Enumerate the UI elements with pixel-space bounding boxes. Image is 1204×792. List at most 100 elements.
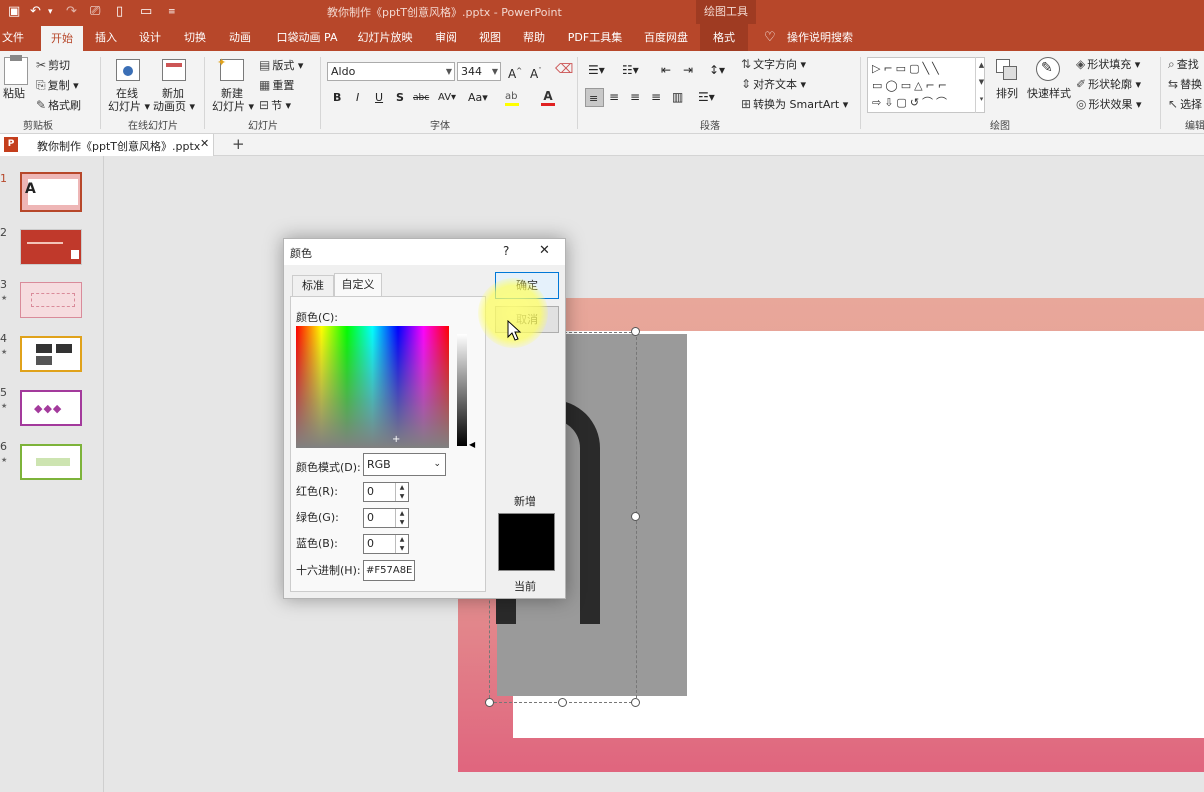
customize-icon[interactable]: ≡ bbox=[168, 3, 176, 21]
tab-format[interactable]: 格式 bbox=[700, 24, 748, 51]
smartart-button[interactable]: ⊞ 转换为 SmartArt ▾ bbox=[741, 97, 848, 112]
font-color-button[interactable]: A bbox=[541, 89, 555, 106]
close-tab-icon[interactable]: ✕ bbox=[200, 137, 209, 150]
tab-insert[interactable]: 插入 bbox=[90, 24, 122, 51]
select-button[interactable]: ↖ 选择 bbox=[1168, 97, 1202, 112]
find-button[interactable]: ⌕ 查找 bbox=[1168, 57, 1199, 72]
resize-handle[interactable] bbox=[631, 327, 640, 336]
present-icon[interactable]: ⎚ bbox=[90, 3, 100, 21]
slide-thumb-1[interactable]: A bbox=[20, 172, 82, 212]
tab-help[interactable]: 帮助 bbox=[518, 24, 550, 51]
columns-icon[interactable]: ☲▾ bbox=[698, 90, 715, 104]
decrease-indent-icon[interactable]: ⇤ bbox=[661, 63, 671, 77]
align-center-icon[interactable]: ≡ bbox=[609, 90, 619, 104]
undo-icon[interactable]: ↶ bbox=[30, 3, 41, 21]
shrink-font-icon[interactable]: Aˇ bbox=[530, 64, 542, 81]
tab-custom[interactable]: 自定义 bbox=[334, 273, 382, 297]
help-icon[interactable]: ? bbox=[503, 244, 509, 258]
tab-file[interactable]: 文件 bbox=[0, 24, 26, 51]
underline-button[interactable]: U bbox=[375, 91, 383, 105]
layout-button[interactable]: ▤ 版式 ▾ bbox=[259, 58, 303, 73]
font-name-combo[interactable]: Aldo ▼ bbox=[327, 62, 455, 81]
tab-design[interactable]: 设计 bbox=[134, 24, 166, 51]
open-icon[interactable]: ▭ bbox=[140, 3, 152, 21]
arrange-button[interactable]: 排列 bbox=[996, 87, 1018, 101]
tab-standard[interactable]: 标准 bbox=[292, 275, 334, 297]
slide-thumb-3[interactable] bbox=[20, 282, 82, 318]
tab-review[interactable]: 审阅 bbox=[430, 24, 462, 51]
replace-button[interactable]: ⇆ 替换 bbox=[1168, 77, 1202, 92]
numbering-icon[interactable]: ☷▾ bbox=[622, 63, 639, 77]
tab-baidu-pan[interactable]: 百度网盘 bbox=[638, 24, 694, 51]
paste-icon[interactable] bbox=[4, 55, 28, 85]
align-text-button[interactable]: ⇕ 对齐文本 ▾ bbox=[741, 77, 806, 92]
tab-slideshow[interactable]: 幻灯片放映 bbox=[356, 24, 414, 51]
shape-fill-button[interactable]: ◈ 形状填充 ▾ bbox=[1076, 57, 1140, 72]
slide-thumb-5[interactable]: ◆◆◆ bbox=[20, 390, 82, 426]
spinner-icon[interactable]: ▲ ▼ bbox=[395, 483, 408, 501]
text-direction-button[interactable]: ⇅ 文字方向 ▾ bbox=[741, 57, 806, 72]
close-icon[interactable]: ✕ bbox=[539, 243, 550, 258]
spinner-icon[interactable]: ▲ ▼ bbox=[395, 509, 408, 527]
shape-outline-button[interactable]: ✐ 形状轮廓 ▾ bbox=[1076, 77, 1141, 92]
tab-pocket-animation[interactable]: 口袋动画 PA bbox=[272, 24, 342, 51]
reset-button[interactable]: ▦ 重置 bbox=[259, 78, 294, 93]
align-right-icon[interactable]: ≡ bbox=[630, 90, 640, 104]
resize-handle[interactable] bbox=[631, 512, 640, 521]
tab-transitions[interactable]: 切换 bbox=[179, 24, 211, 51]
grow-font-icon[interactable]: A^ bbox=[508, 64, 522, 81]
new-animation-label[interactable]: 新加 bbox=[162, 87, 184, 101]
undo-dropdown-icon[interactable]: ▾ bbox=[48, 3, 53, 21]
green-input[interactable]: 0 ▲ ▼ bbox=[363, 508, 409, 528]
highlight-color-button[interactable]: ab bbox=[505, 91, 519, 106]
red-input[interactable]: 0 ▲ ▼ bbox=[363, 482, 409, 502]
align-left-button[interactable]: ≡ bbox=[585, 88, 604, 107]
format-painter-button[interactable]: ✎ 格式刷 bbox=[36, 98, 81, 113]
color-spectrum[interactable]: + bbox=[296, 326, 449, 448]
shadow-button[interactable]: S bbox=[396, 91, 404, 105]
spinner-icon[interactable]: ▲ ▼ bbox=[395, 535, 408, 553]
new-tab-icon[interactable]: + bbox=[232, 135, 245, 153]
slide-thumb-2[interactable] bbox=[20, 229, 82, 265]
slide-thumb-4[interactable] bbox=[20, 336, 82, 372]
tab-home[interactable]: 开始 bbox=[41, 26, 83, 51]
bold-button[interactable]: B bbox=[333, 91, 341, 105]
increase-indent-icon[interactable]: ⇥ bbox=[683, 63, 693, 77]
tab-animations[interactable]: 动画 bbox=[224, 24, 256, 51]
resize-handle[interactable] bbox=[485, 698, 494, 707]
clear-format-icon[interactable]: ⌫ bbox=[555, 63, 573, 77]
resize-handle[interactable] bbox=[558, 698, 567, 707]
shape-effects-button[interactable]: ◎ 形状效果 ▾ bbox=[1076, 97, 1142, 112]
redo-icon[interactable]: ↷ bbox=[66, 3, 77, 21]
distributed-icon[interactable]: ▥ bbox=[672, 90, 683, 104]
bullets-icon[interactable]: ☰▾ bbox=[588, 63, 605, 77]
tell-me-search[interactable]: 操作说明搜索 bbox=[782, 24, 858, 51]
section-button[interactable]: ⊟ 节 ▾ bbox=[259, 98, 291, 113]
resize-handle[interactable] bbox=[631, 698, 640, 707]
cut-button[interactable]: ✂ 剪切 bbox=[36, 58, 70, 73]
color-mode-select[interactable]: RGB ⌄ bbox=[363, 453, 446, 476]
font-size-combo[interactable]: 344 ▼ bbox=[457, 62, 501, 81]
slide-thumb-6[interactable] bbox=[20, 444, 82, 480]
line-spacing-icon[interactable]: ↕▾ bbox=[709, 63, 725, 77]
gallery-scroll[interactable]: ▲ ▼ ▾ bbox=[975, 57, 987, 113]
blue-input[interactable]: 0 ▲ ▼ bbox=[363, 534, 409, 554]
change-case-button[interactable]: Aa▾ bbox=[468, 91, 488, 105]
justify-icon[interactable]: ≡ bbox=[651, 90, 661, 104]
italic-button[interactable]: I bbox=[356, 91, 359, 105]
tab-pdf-tools[interactable]: PDF工具集 bbox=[564, 24, 626, 51]
shapes-gallery[interactable]: ▷⌐▭▢╲╲ ▭◯▭△⌐⌐ ⇨⇩▢↺⌒⌒ bbox=[867, 57, 985, 113]
hex-input[interactable]: #F57A8E bbox=[363, 560, 415, 581]
tab-view[interactable]: 视图 bbox=[474, 24, 506, 51]
online-slide-label-2[interactable]: 幻灯片 ▾ bbox=[108, 100, 150, 114]
spacing-button[interactable]: AV▾ bbox=[438, 91, 456, 105]
document-tab[interactable]: P 教你制作《pptT创意风格》.pptx ✕ bbox=[0, 134, 214, 156]
copy-button[interactable]: ⎘ 复制 ▾ bbox=[36, 78, 79, 93]
new-animation-label-2[interactable]: 动画页 ▾ bbox=[153, 100, 195, 114]
new-slide-label[interactable]: 新建 bbox=[221, 87, 243, 101]
online-slide-label[interactable]: 在线 bbox=[116, 87, 138, 101]
strikethrough-button[interactable]: abc bbox=[413, 91, 429, 105]
save-icon[interactable]: ▣ bbox=[8, 3, 20, 21]
new-slide-label-2[interactable]: 幻灯片 ▾ bbox=[212, 100, 254, 114]
paste-button[interactable]: 粘贴 bbox=[3, 87, 25, 101]
